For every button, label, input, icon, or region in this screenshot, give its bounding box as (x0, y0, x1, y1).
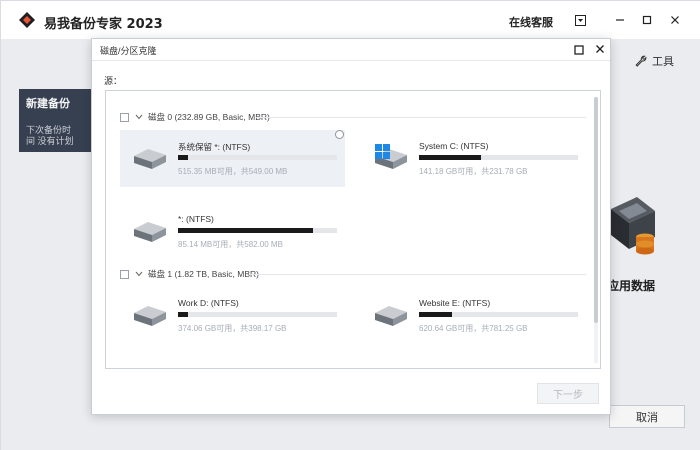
disk-header: 磁盘 0 (232.89 GB, Basic, MBR) (120, 110, 270, 124)
usage-bar (178, 228, 337, 233)
usage-bar-fill (419, 312, 453, 317)
dialog-close-icon[interactable] (594, 43, 606, 55)
maximize-button[interactable] (638, 11, 656, 29)
close-icon (671, 16, 679, 24)
partition-radio[interactable] (335, 130, 344, 139)
scrollbar-thumb[interactable] (594, 97, 598, 323)
partition-list: 磁盘 0 (232.89 GB, Basic, MBR) 系统保留 *: (NT… (105, 90, 601, 369)
dropdown-menu-icon (574, 14, 586, 26)
maximize-icon (642, 15, 652, 25)
disk-header: 磁盘 1 (1.82 TB, Basic, MBR) (120, 267, 259, 281)
usage-bar-fill (178, 312, 188, 317)
drive-icon (134, 149, 166, 169)
partition-capacity: 515.35 MB可用，共549.00 MB (178, 167, 288, 176)
partition-card[interactable]: Website E: (NTFS) 620.64 GB可用，共781.25 GB (361, 287, 586, 344)
divider (249, 274, 586, 275)
partition-name: *: (NTFS) (178, 214, 214, 224)
partition-name: Work D: (NTFS) (178, 298, 239, 308)
usage-bar-fill (419, 155, 481, 160)
partition-capacity: 620.64 GB可用，共781.25 GB (419, 324, 528, 333)
usage-bar (419, 312, 578, 317)
partition-card[interactable]: System C: (NTFS) 141.18 GB可用，共231.78 GB (361, 130, 586, 187)
app-window: 易我备份专家 2023 在线客服 新建备份 下次备份时间 没有计划 工具 应用数… (0, 0, 700, 450)
disk-clone-dialog: 磁盘/分区克隆 源： 磁盘 0 (232.89 GB, Basic, MBR) (91, 38, 611, 415)
menu-dropdown-button[interactable] (571, 11, 589, 29)
drive-icon (375, 306, 407, 326)
disk-label: 磁盘 0 (232.89 GB, Basic, MBR) (148, 112, 270, 122)
chevron-down-icon[interactable] (134, 270, 143, 279)
drive-icon (134, 306, 166, 326)
usage-bar-fill (178, 155, 188, 160)
usage-bar (178, 312, 337, 317)
minimize-icon (616, 19, 624, 21)
usage-bar (178, 155, 337, 160)
divider (256, 117, 586, 118)
disk-checkbox[interactable] (120, 112, 129, 122)
disk-checkbox[interactable] (120, 269, 129, 279)
minimize-button[interactable] (611, 11, 629, 29)
partition-name: 系统保留 *: (NTFS) (178, 142, 251, 152)
partition-card[interactable]: Work D: (NTFS) 374.06 GB可用，共398.17 GB (120, 287, 345, 344)
dialog-title: 磁盘/分区克隆 (100, 46, 157, 56)
partition-name: Website E: (NTFS) (419, 298, 491, 308)
windows-drive-icon (375, 144, 407, 169)
drive-icon (134, 222, 166, 242)
partition-name: System C: (NTFS) (419, 141, 489, 151)
disk-label: 磁盘 1 (1.82 TB, Basic, MBR) (148, 269, 259, 279)
app-logo-icon (19, 12, 35, 28)
source-label: 源： (104, 76, 123, 86)
next-button[interactable]: 下一步 (537, 383, 599, 404)
close-button[interactable] (666, 11, 684, 29)
partition-capacity: 374.06 GB可用，共398.17 GB (178, 324, 287, 333)
usage-bar (419, 155, 578, 160)
partition-capacity: 141.18 GB可用，共231.78 GB (419, 167, 528, 176)
app-title: 易我备份专家 2023 (44, 17, 163, 32)
partition-card[interactable]: 系统保留 *: (NTFS) 515.35 MB可用，共549.00 MB (120, 130, 345, 187)
partition-card[interactable]: *: (NTFS) 85.14 MB可用，共582.00 MB (120, 203, 345, 260)
usage-bar-fill (178, 228, 314, 233)
dialog-header: 磁盘/分区克隆 (92, 39, 610, 61)
online-service-link[interactable]: 在线客服 (509, 14, 553, 30)
title-bar: 易我备份专家 2023 在线客服 (1, 1, 700, 39)
chevron-down-icon[interactable] (134, 113, 143, 122)
partition-capacity: 85.14 MB可用，共582.00 MB (178, 240, 283, 249)
dialog-maximize-icon[interactable] (573, 44, 585, 56)
